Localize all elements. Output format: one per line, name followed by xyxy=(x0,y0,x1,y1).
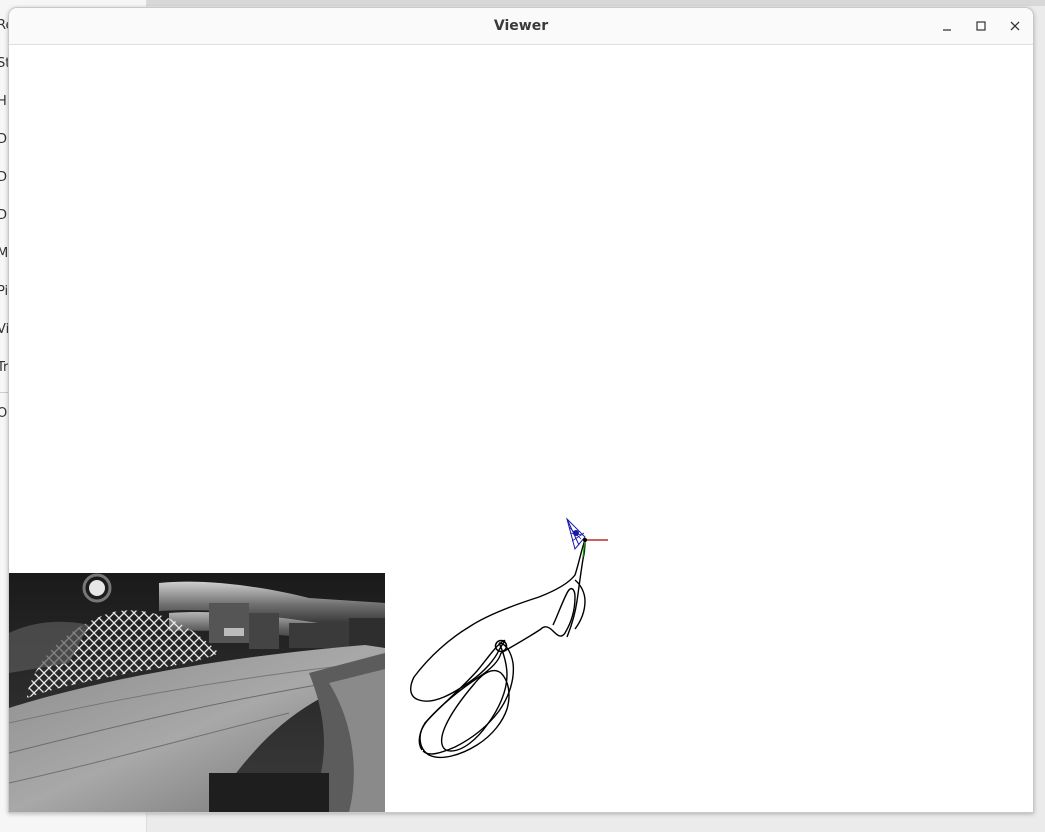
minimize-icon xyxy=(943,29,951,31)
background-sidebar-item[interactable]: D xyxy=(0,132,7,147)
camera-frustum xyxy=(566,517,586,551)
background-sidebar-item[interactable]: O xyxy=(0,406,7,421)
title-bar[interactable]: Viewer xyxy=(9,8,1033,45)
maximize-button[interactable] xyxy=(969,14,993,38)
camera-feed-thumbnail xyxy=(9,573,385,812)
trajectory-path xyxy=(410,539,586,759)
minimize-button[interactable] xyxy=(935,14,959,38)
background-sidebar-item[interactable]: M xyxy=(0,246,8,261)
3d-viewer-canvas[interactable] xyxy=(9,45,1033,812)
viewer-window: Viewer xyxy=(8,7,1034,813)
camera-feed-image xyxy=(9,573,385,812)
background-sidebar-item[interactable]: Pi xyxy=(0,284,8,299)
maximize-icon xyxy=(976,21,986,31)
window-title: Viewer xyxy=(493,18,549,34)
background-sidebar-item[interactable]: H xyxy=(0,94,7,109)
close-button[interactable] xyxy=(1003,14,1027,38)
background-sidebar-item[interactable]: D xyxy=(0,208,7,223)
close-icon xyxy=(1010,21,1020,31)
pose-origin xyxy=(583,538,587,542)
background-sidebar-item[interactable]: D xyxy=(0,170,7,185)
current-pose-axes xyxy=(582,538,608,558)
background-topbar xyxy=(0,0,1045,6)
